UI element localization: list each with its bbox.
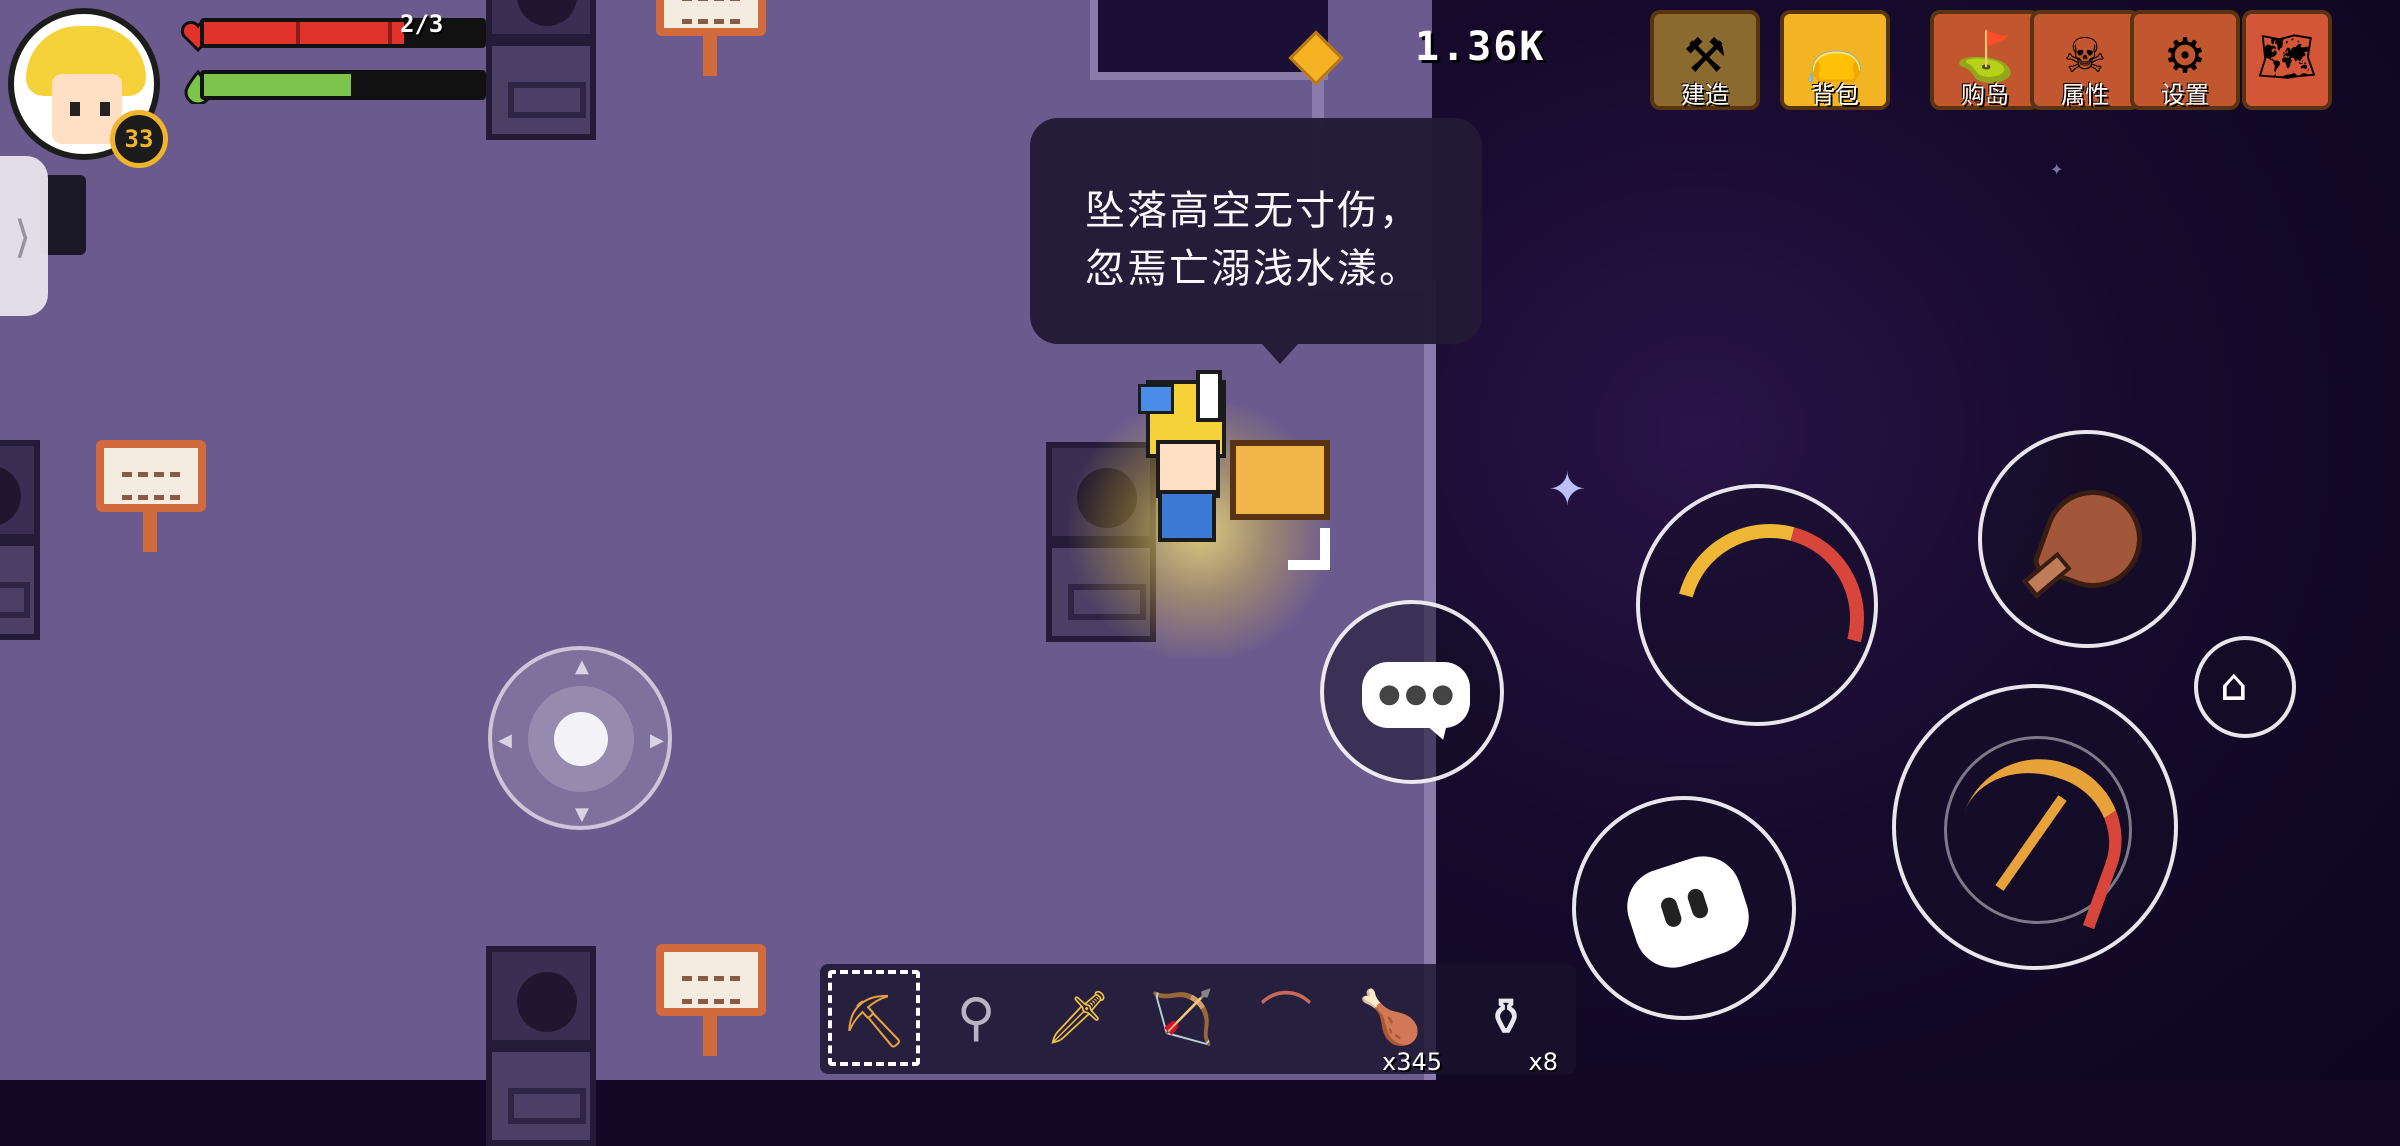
pickaxe-action-button[interactable] xyxy=(1892,684,2178,970)
buy-island-label: 购岛 xyxy=(1961,81,2009,109)
chevron-right-icon: ⟩ xyxy=(14,212,32,263)
map-button[interactable]: 🗺 xyxy=(2242,10,2332,110)
bow-icon: 🏹 xyxy=(1149,988,1215,1048)
space-background xyxy=(1400,0,2400,1080)
hotbar-slot-bow[interactable]: 🏹 xyxy=(1136,970,1228,1066)
health-text: 2/3 xyxy=(400,10,444,38)
wooden-sign[interactable] xyxy=(96,440,206,560)
dodge-roll-button[interactable] xyxy=(1572,796,1796,1020)
roll-icon xyxy=(1617,846,1759,978)
hotbar-slot-sword[interactable]: 🗡 xyxy=(1032,970,1124,1066)
star-icon: ✦ xyxy=(2050,160,2064,179)
floor-notch xyxy=(1090,0,1328,80)
hotbar-slot-meat[interactable]: 🍗 x345 xyxy=(1344,970,1442,1074)
wooden-sign[interactable] xyxy=(656,0,766,84)
bag-button[interactable]: 👝 背包 xyxy=(1780,10,1890,110)
buy-island-button[interactable]: ⛳ 购岛 xyxy=(1930,10,2040,110)
slot-count: x8 xyxy=(1528,1048,1558,1076)
bow-attack-button[interactable] xyxy=(1636,484,1899,747)
speech-line: 坠落高空无寸伤， xyxy=(1085,188,1421,234)
virtual-joystick[interactable]: ▲ ▼ ◀ ▶ xyxy=(488,646,672,830)
attributes-label: 属性 xyxy=(2061,81,2109,109)
hotbar-slot-fishing-rod[interactable]: ⌒ xyxy=(1240,970,1332,1066)
build-button[interactable]: ⚒ 建造 xyxy=(1650,10,1760,110)
speech-bubble: 坠落高空无寸伤， 忽焉亡溺浅水漾。 xyxy=(1030,118,1482,364)
target-bracket-icon xyxy=(1288,528,1330,570)
joystick-knob[interactable] xyxy=(554,712,608,766)
side-drawer-tab[interactable]: ⟩ xyxy=(0,156,48,316)
hotbar-slot-bottle[interactable]: ⚱ x8 xyxy=(1460,970,1558,1074)
attributes-button[interactable]: ☠ 属性 xyxy=(2030,10,2140,110)
hotbar-slot-pickaxe[interactable]: ⛏ xyxy=(828,970,920,1066)
hotbar: ⛏ ⚲ 🗡 🏹 ⌒ 🍗 x345 ⚱ x8 xyxy=(820,964,1576,1074)
slot-count: x345 xyxy=(1381,1048,1442,1076)
stone-pillar[interactable] xyxy=(486,946,596,1146)
wooden-sign[interactable] xyxy=(656,944,766,1064)
build-label: 建造 xyxy=(1681,81,1729,109)
map-icon: 🗺 xyxy=(2256,29,2318,85)
hotbar-slot-shovel[interactable]: ⚲ xyxy=(930,970,1022,1066)
energy-fill xyxy=(204,74,352,96)
coin-count: 1.36K xyxy=(1415,24,1546,70)
stone-pillar[interactable] xyxy=(0,440,40,640)
home-off-icon: ⌂ xyxy=(2220,660,2248,711)
bottle-icon: ⚱ xyxy=(1484,988,1528,1048)
bag-label: 背包 xyxy=(1811,81,1859,109)
star-icon: ✦ xyxy=(1548,462,1587,516)
energy-bar xyxy=(200,70,486,100)
player-character xyxy=(1130,370,1240,550)
stone-pillar[interactable] xyxy=(486,0,596,140)
fishing-rod-icon: ⌒ xyxy=(1259,988,1312,1048)
home-button[interactable]: ⌂ xyxy=(2194,636,2296,738)
settings-label: 设置 xyxy=(2161,81,2209,109)
pickaxe-icon: ⛏ xyxy=(840,992,907,1052)
chat-bubble-icon: ●●● xyxy=(1362,662,1470,728)
shovel-icon: ⚲ xyxy=(956,988,996,1048)
health-fill xyxy=(204,22,405,44)
targeted-sign[interactable] xyxy=(1230,440,1330,520)
level-badge: 33 xyxy=(110,110,168,168)
settings-button[interactable]: ⚙ 设置 xyxy=(2130,10,2240,110)
meat-icon: 🍗 xyxy=(1357,988,1423,1048)
sword-icon: 🗡 xyxy=(1044,988,1111,1048)
eat-food-button[interactable] xyxy=(1978,430,2196,648)
chat-button[interactable]: ●●● xyxy=(1320,600,1504,784)
speech-line: 忽焉亡溺浅水漾。 xyxy=(1085,246,1421,292)
